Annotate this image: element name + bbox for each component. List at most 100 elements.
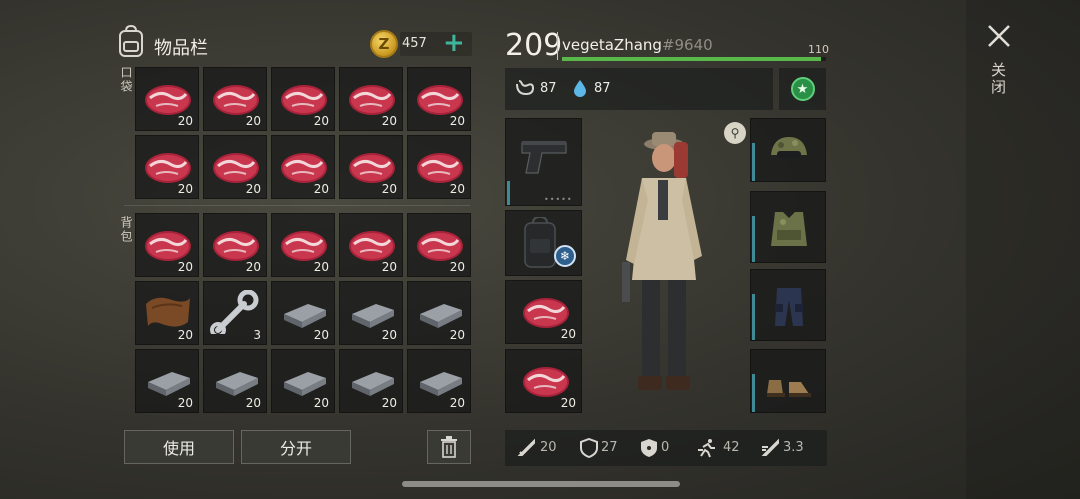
pocket-slot[interactable]: 20 <box>271 67 335 131</box>
tactical-backpack-icon <box>524 217 556 268</box>
backpack-slot[interactable]: 20 <box>407 281 471 345</box>
item-quantity: 20 <box>313 182 329 196</box>
add-coins-button[interactable]: + <box>443 28 465 58</box>
item-quantity: 20 <box>449 182 465 196</box>
item-quantity: 20 <box>313 396 329 410</box>
sword-icon <box>517 438 535 456</box>
coin-count: 457 <box>402 36 427 51</box>
vitals-panel: 87 87 <box>505 68 773 110</box>
item-quantity: 20 <box>381 328 397 342</box>
tactical-pants-slot[interactable] <box>750 269 826 341</box>
boots-icon <box>767 380 811 397</box>
item-quantity: 20 <box>381 114 397 128</box>
running-icon <box>698 439 715 458</box>
pocket-slot[interactable]: 20 <box>135 67 199 131</box>
durability-bar <box>752 294 755 340</box>
backpack-slot[interactable]: 20 <box>203 213 267 277</box>
backpack-slot[interactable]: 20 <box>271 349 335 413</box>
pocket-slot[interactable]: 20 <box>339 135 403 199</box>
backpack-slot[interactable]: 20 <box>407 349 471 413</box>
backpack-section-label: 背包 <box>119 216 133 244</box>
item-quantity: 20 <box>177 260 193 274</box>
item-quantity: 20 <box>313 260 329 274</box>
attack-speed-icon <box>761 438 779 456</box>
combat-stats-panel: 20 27 0 42 3.3 <box>505 430 827 466</box>
camo-helmet-slot[interactable] <box>750 118 826 182</box>
character-model <box>622 132 702 390</box>
backpack-icon <box>119 24 143 57</box>
pocket-slot[interactable]: 20 <box>339 67 403 131</box>
durability-bar <box>752 216 755 262</box>
item-quantity: 3 <box>253 328 261 342</box>
camo-vest-icon <box>771 212 807 246</box>
coin-icon: Z <box>370 30 398 58</box>
name-separator <box>557 32 558 60</box>
backpack-slot[interactable]: 20 <box>339 213 403 277</box>
player-tag: #9640 <box>661 36 713 54</box>
inventory-title: 物品栏 <box>154 38 208 59</box>
close-icon[interactable] <box>985 22 1013 50</box>
pocket-slot[interactable]: 20 <box>135 135 199 199</box>
cutlery-icon[interactable]: ⚲ <box>724 122 746 144</box>
item-quantity: 20 <box>313 328 329 342</box>
item-quantity: 20 <box>449 396 465 410</box>
player-level: 209 <box>505 28 563 63</box>
backpack-slot[interactable]: ❄ <box>505 210 582 276</box>
backpack-slot[interactable]: 20 <box>271 213 335 277</box>
backpack-slot[interactable]: 20 <box>271 281 335 345</box>
item-quantity: 20 <box>245 182 261 196</box>
quick-slot[interactable]: 20 <box>505 349 582 413</box>
section-divider <box>124 205 470 206</box>
item-quantity: 20 <box>381 182 397 196</box>
boots-slot[interactable] <box>750 349 826 413</box>
use-button[interactable]: 使用 <box>124 430 234 464</box>
backpack-slot[interactable]: 20 <box>135 281 199 345</box>
stomach-icon <box>516 80 535 96</box>
hunger-value: 87 <box>540 81 557 96</box>
star-icon: ★ <box>790 77 815 101</box>
split-button[interactable]: 分开 <box>241 430 351 464</box>
achievement-button[interactable]: ★ <box>779 68 826 110</box>
item-quantity: 20 <box>560 327 576 341</box>
xp-bar-fill <box>562 57 821 61</box>
pocket-slot[interactable]: 20 <box>407 135 471 199</box>
weapon-slot[interactable]: ••••• <box>505 118 582 206</box>
item-quantity: 20 <box>245 114 261 128</box>
durability-bar <box>752 374 755 412</box>
backpack-slot[interactable]: 20 <box>407 213 471 277</box>
pocket-section-label: 口袋 <box>119 66 133 94</box>
snowflake-icon: ❄ <box>554 245 576 267</box>
home-indicator[interactable] <box>402 481 680 487</box>
pocket-slot[interactable]: 20 <box>203 135 267 199</box>
close-label[interactable]: 关闭 <box>988 62 1009 96</box>
defense-value: 27 <box>601 440 618 455</box>
quick-slot[interactable]: 20 <box>505 280 582 344</box>
player-name-text: vegetaZhang <box>562 36 662 54</box>
backpack-slot[interactable]: 20 <box>339 281 403 345</box>
item-quantity: 20 <box>449 328 465 342</box>
backpack-slot[interactable]: 20 <box>203 349 267 413</box>
radiation-value: 0 <box>661 440 670 455</box>
backpack-slot[interactable]: 3 <box>203 281 267 345</box>
item-quantity: 20 <box>381 260 397 274</box>
camo-vest-slot[interactable] <box>750 191 826 263</box>
player-name: vegetaZhang#9640 <box>562 36 713 54</box>
backpack-slot[interactable]: 20 <box>135 349 199 413</box>
backpack-slot[interactable]: 20 <box>339 349 403 413</box>
trash-button[interactable] <box>427 430 471 464</box>
speed-value: 42 <box>723 440 740 455</box>
backpack-slot[interactable]: 20 <box>135 213 199 277</box>
tactical-pants-icon <box>775 288 803 326</box>
pocket-slot[interactable]: 20 <box>407 67 471 131</box>
durability-bar <box>507 181 510 205</box>
item-quantity: 20 <box>313 114 329 128</box>
durability-bar <box>752 143 755 181</box>
pocket-slot[interactable]: 20 <box>203 67 267 131</box>
item-quantity: 20 <box>245 396 261 410</box>
damage-value: 20 <box>540 440 557 455</box>
pistol-icon <box>521 141 567 174</box>
thirst-value: 87 <box>594 81 611 96</box>
pocket-slot[interactable]: 20 <box>271 135 335 199</box>
item-quantity: 20 <box>560 396 576 410</box>
camo-helmet-icon <box>771 137 807 158</box>
